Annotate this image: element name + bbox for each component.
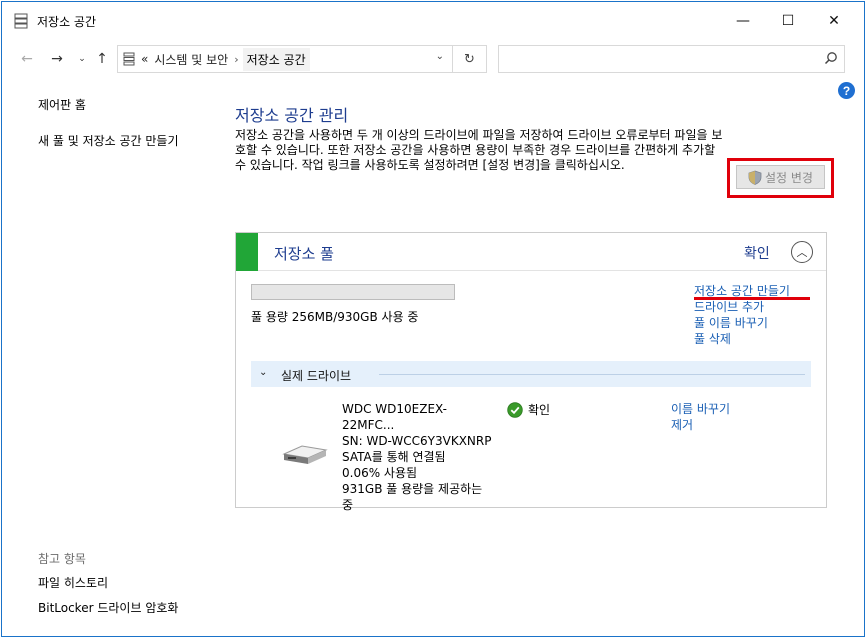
drive-info: WDC WD10EZEX-22MFC... SN: WD-WCC6Y3VKXNR… xyxy=(342,401,492,513)
forward-button[interactable]: → xyxy=(47,49,67,69)
pool-header: 저장소 풀 확인 ︿ xyxy=(236,233,826,271)
storage-spaces-window: 저장소 공간 — ☐ ✕ ← → ⌄ ↑ « 시스템 및 보안 › 저장소 공간… xyxy=(1,1,865,637)
sidebar-bitlocker-link[interactable]: BitLocker 드라이브 암호화 xyxy=(38,599,178,616)
physical-drives-header[interactable]: ⌄ 실제 드라이브 xyxy=(251,361,811,387)
refresh-button[interactable]: ↻ xyxy=(452,46,486,72)
address-dropdown[interactable]: ⌄ xyxy=(436,51,444,62)
breadcrumb-separator[interactable]: › xyxy=(234,53,238,66)
drive-serial: SN: WD-WCC6Y3VKXNRP xyxy=(342,434,492,448)
drive-connection: SATA를 통해 연결됨 xyxy=(342,450,446,464)
breadcrumb-current[interactable]: 저장소 공간 xyxy=(242,47,310,71)
drive-name: WDC WD10EZEX-22MFC... xyxy=(342,402,448,432)
drive-action-links: 이름 바꾸기 제거 xyxy=(671,401,730,433)
search-icon xyxy=(824,52,837,65)
check-icon xyxy=(507,401,523,418)
storage-pool-card: 저장소 풀 확인 ︿ 풀 용량 256MB/930GB 사용 중 저장소 공간 … xyxy=(235,232,827,512)
change-settings-label: 설정 변경 xyxy=(765,170,813,185)
up-button[interactable]: ↑ xyxy=(92,49,112,69)
pool-action-links: 저장소 공간 만들기 드라이브 추가 풀 이름 바꾸기 풀 삭제 xyxy=(694,283,790,347)
divider xyxy=(379,374,805,375)
window-title: 저장소 공간 xyxy=(37,15,97,29)
see-also-heading: 참고 항목 xyxy=(38,552,86,566)
search-box[interactable] xyxy=(498,45,845,73)
close-button[interactable]: ✕ xyxy=(811,2,857,40)
breadcrumb-system-security[interactable]: 시스템 및 보안 xyxy=(154,51,228,68)
title-bar: 저장소 공간 — ☐ ✕ xyxy=(2,2,864,40)
page-title: 저장소 공간 관리 xyxy=(235,106,349,125)
maximize-button[interactable]: ☐ xyxy=(765,2,811,40)
pool-status: 확인 xyxy=(744,246,770,262)
sidebar-new-pool-link[interactable]: 새 풀 및 저장소 공간 만들기 xyxy=(38,132,179,149)
help-icon[interactable]: ? xyxy=(838,82,855,99)
back-button[interactable]: ← xyxy=(17,49,37,69)
sidebar-control-panel-home[interactable]: 제어판 홈 xyxy=(38,96,86,113)
delete-pool-link[interactable]: 풀 삭제 xyxy=(694,331,790,347)
minimize-button[interactable]: — xyxy=(720,2,766,40)
pool-title: 저장소 풀 xyxy=(274,245,334,263)
navigation-bar: ← → ⌄ ↑ « 시스템 및 보안 › 저장소 공간 ⌄ ↻ xyxy=(2,40,864,78)
change-settings-button[interactable]: 설정 변경 xyxy=(736,165,825,189)
chevron-down-icon: ⌄ xyxy=(259,367,268,378)
hard-drive-icon xyxy=(282,445,328,464)
drive-status-text: 확인 xyxy=(528,403,551,417)
recent-locations-dropdown[interactable]: ⌄ xyxy=(75,49,89,69)
page-description: 저장소 공간을 사용하면 두 개 이상의 드라이브에 파일을 저장하여 드라이브… xyxy=(235,128,723,172)
physical-drives-title: 실제 드라이브 xyxy=(281,369,352,383)
pool-capacity-text: 풀 용량 256MB/930GB 사용 중 xyxy=(251,310,419,324)
rename-drive-link[interactable]: 이름 바꾸기 xyxy=(671,401,730,417)
breadcrumb-overflow[interactable]: « xyxy=(141,52,148,66)
remove-drive-link[interactable]: 제거 xyxy=(671,417,730,433)
highlight-underline xyxy=(694,297,810,300)
sidebar-file-history-link[interactable]: 파일 히스토리 xyxy=(38,574,108,591)
storage-spaces-icon xyxy=(123,52,135,66)
drive-usage: 0.06% 사용됨 xyxy=(342,466,418,480)
storage-spaces-icon xyxy=(14,13,28,29)
uac-shield-icon xyxy=(748,170,762,185)
address-bar[interactable]: « 시스템 및 보안 › 저장소 공간 ⌄ ↻ xyxy=(117,45,487,73)
pool-status-accent xyxy=(236,233,258,271)
drive-provides: 931GB 풀 용량을 제공하는 중 xyxy=(342,482,483,512)
drive-status: 확인 xyxy=(507,401,550,418)
add-drives-link[interactable]: 드라이브 추가 xyxy=(694,299,790,315)
collapse-button[interactable]: ︿ xyxy=(791,241,813,263)
rename-pool-link[interactable]: 풀 이름 바꾸기 xyxy=(694,315,790,331)
pool-capacity-bar xyxy=(251,284,455,300)
